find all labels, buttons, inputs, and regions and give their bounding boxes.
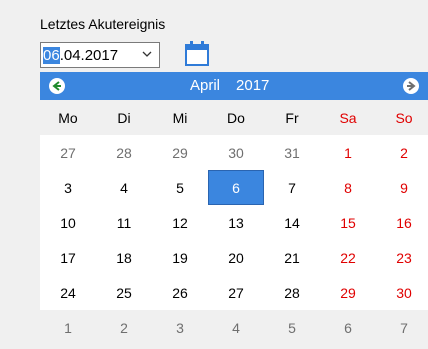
calendar-day[interactable]: 19	[152, 240, 208, 275]
calendar-day[interactable]: 30	[376, 275, 428, 310]
month-year-title[interactable]: April 2017	[190, 77, 285, 94]
calendar-day[interactable]: 8	[320, 170, 376, 205]
calendar-day[interactable]: 10	[40, 205, 96, 240]
calendar-day[interactable]: 2	[376, 135, 428, 170]
calendar-day[interactable]: 20	[208, 240, 264, 275]
date-rest-segment[interactable]: .04.2017	[60, 47, 118, 64]
calendar-header: April 2017	[40, 72, 428, 100]
calendar-day[interactable]: 13	[208, 205, 264, 240]
weekday-header: Do	[208, 100, 264, 135]
weekday-header: Mi	[152, 100, 208, 135]
calendar-day[interactable]: 2	[96, 310, 152, 345]
calendar-day[interactable]: 17	[40, 240, 96, 275]
calendar-day[interactable]: 5	[264, 310, 320, 345]
calendar-day[interactable]: 7	[376, 310, 428, 345]
next-arrow-icon[interactable]	[402, 77, 420, 95]
calendar-day[interactable]: 25	[96, 275, 152, 310]
calendar-day[interactable]: 1	[320, 135, 376, 170]
calendar-day[interactable]: 28	[96, 135, 152, 170]
calendar-day[interactable]: 24	[40, 275, 96, 310]
calendar-day[interactable]: 12	[152, 205, 208, 240]
calendar-popup: April 2017 Mo Di Mi Do Fr Sa So 27 28 29 30 31 1 2 3 4 5 6…	[40, 72, 428, 349]
month-label[interactable]: April	[190, 77, 220, 94]
calendar-day[interactable]: 29	[152, 135, 208, 170]
calendar-day[interactable]: 14	[264, 205, 320, 240]
calendar-day[interactable]: 6	[320, 310, 376, 345]
weekday-header: Di	[96, 100, 152, 135]
calendar-day[interactable]: 1	[40, 310, 96, 345]
calendar-icon[interactable]	[183, 38, 213, 68]
field-label: Letztes Akutereignis	[40, 16, 166, 32]
calendar-grid: Mo Di Mi Do Fr Sa So 27 28 29 30 31 1 2 3 4 5 6 7 8 9 10 11 12 1…	[40, 100, 428, 345]
calendar-day[interactable]: 5	[152, 170, 208, 205]
calendar-day[interactable]: 6	[208, 170, 264, 205]
calendar-day[interactable]: 18	[96, 240, 152, 275]
calendar-day[interactable]: 3	[152, 310, 208, 345]
calendar-day[interactable]: 11	[96, 205, 152, 240]
calendar-day[interactable]: 4	[208, 310, 264, 345]
date-day-segment[interactable]: 06	[43, 46, 60, 64]
calendar-day[interactable]: 9	[376, 170, 428, 205]
calendar-day[interactable]: 3	[40, 170, 96, 205]
calendar-day[interactable]: 31	[264, 135, 320, 170]
weekday-header: So	[376, 100, 428, 135]
calendar-day[interactable]: 27	[208, 275, 264, 310]
chevron-down-icon[interactable]	[141, 48, 153, 60]
calendar-day[interactable]: 15	[320, 205, 376, 240]
calendar-day[interactable]: 28	[264, 275, 320, 310]
calendar-day[interactable]: 16	[376, 205, 428, 240]
calendar-day[interactable]: 26	[152, 275, 208, 310]
prev-arrow-icon[interactable]	[48, 77, 66, 95]
calendar-day[interactable]: 22	[320, 240, 376, 275]
calendar-day[interactable]: 7	[264, 170, 320, 205]
calendar-day[interactable]: 4	[96, 170, 152, 205]
weekday-header: Sa	[320, 100, 376, 135]
weekday-header: Mo	[40, 100, 96, 135]
calendar-day[interactable]: 29	[320, 275, 376, 310]
calendar-day[interactable]: 23	[376, 240, 428, 275]
date-input[interactable]: 06 .04.2017	[40, 42, 160, 68]
calendar-day[interactable]: 30	[208, 135, 264, 170]
calendar-day[interactable]: 21	[264, 240, 320, 275]
calendar-day[interactable]: 27	[40, 135, 96, 170]
weekday-header: Fr	[264, 100, 320, 135]
year-label[interactable]: 2017	[236, 77, 269, 94]
